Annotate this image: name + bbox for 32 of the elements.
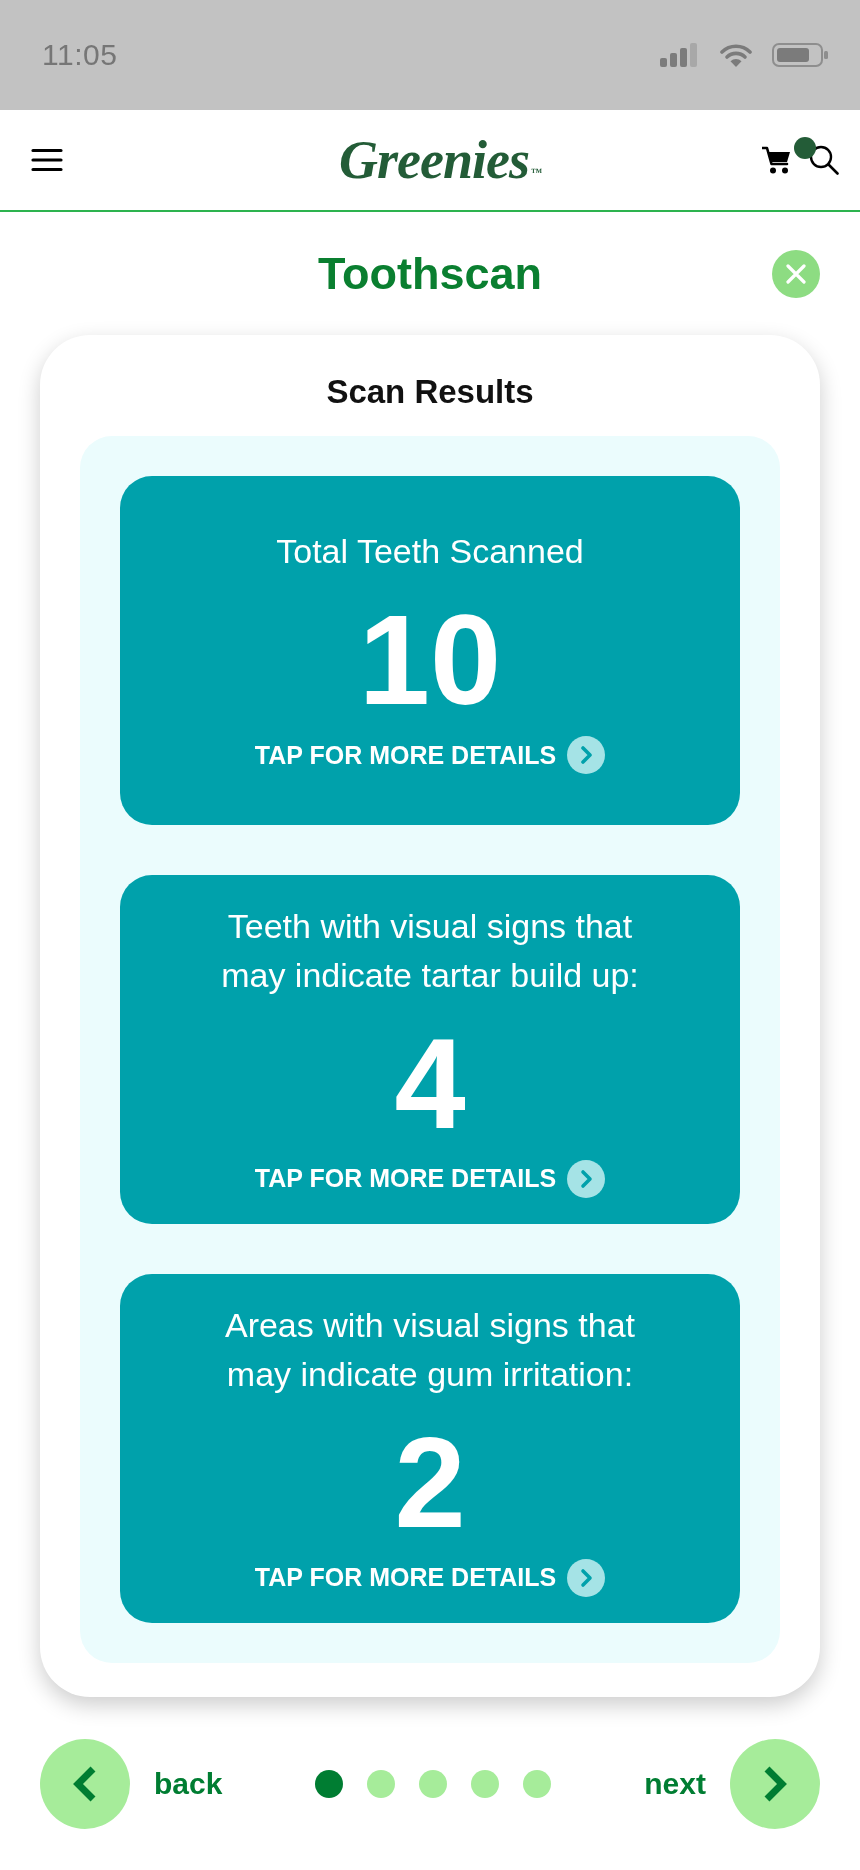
result-label: Teeth with visual signs that may indicate tartar build up: — [220, 905, 640, 996]
result-value: 10 — [358, 596, 502, 724]
page-dot-icon[interactable] — [471, 1770, 500, 1798]
chevron-right-icon — [567, 1159, 606, 1198]
page-dot-icon[interactable] — [523, 1770, 552, 1798]
page-title: Toothscan — [317, 248, 543, 299]
battery-icon — [772, 43, 828, 67]
chevron-right-icon — [567, 1558, 606, 1597]
chevron-right-icon — [763, 1766, 787, 1802]
wifi-icon — [720, 43, 752, 67]
search-icon[interactable] — [809, 145, 839, 175]
page-dot-icon[interactable] — [367, 1770, 396, 1798]
back-link[interactable]: back — [154, 1769, 223, 1799]
status-time: 11:05 — [42, 40, 118, 70]
details-button[interactable]: TAP FOR MORE DETAILS — [254, 1558, 606, 1597]
result-value: 2 — [394, 1418, 466, 1547]
menu-icon[interactable] — [31, 148, 63, 172]
cart-icon[interactable] — [762, 145, 790, 175]
details-button[interactable]: TAP FOR MORE DETAILS — [254, 1159, 606, 1198]
details-button[interactable]: TAP FOR MORE DETAILS — [254, 736, 606, 774]
notification-dot-icon — [794, 137, 816, 159]
result-value: 4 — [394, 1019, 466, 1148]
signal-icon — [660, 43, 700, 67]
next-link[interactable]: next — [644, 1769, 706, 1799]
results-title: Scan Results — [326, 372, 534, 412]
close-icon — [786, 263, 806, 284]
chevron-left-icon — [73, 1766, 97, 1802]
result-label: Areas with visual signs that may indicate gum irritation: — [223, 1304, 637, 1395]
page-dot-icon[interactable] — [419, 1770, 448, 1798]
page-dot-icon[interactable] — [315, 1770, 344, 1798]
result-label: Total Teeth Scanned — [276, 531, 584, 572]
chevron-right-icon — [567, 736, 606, 774]
